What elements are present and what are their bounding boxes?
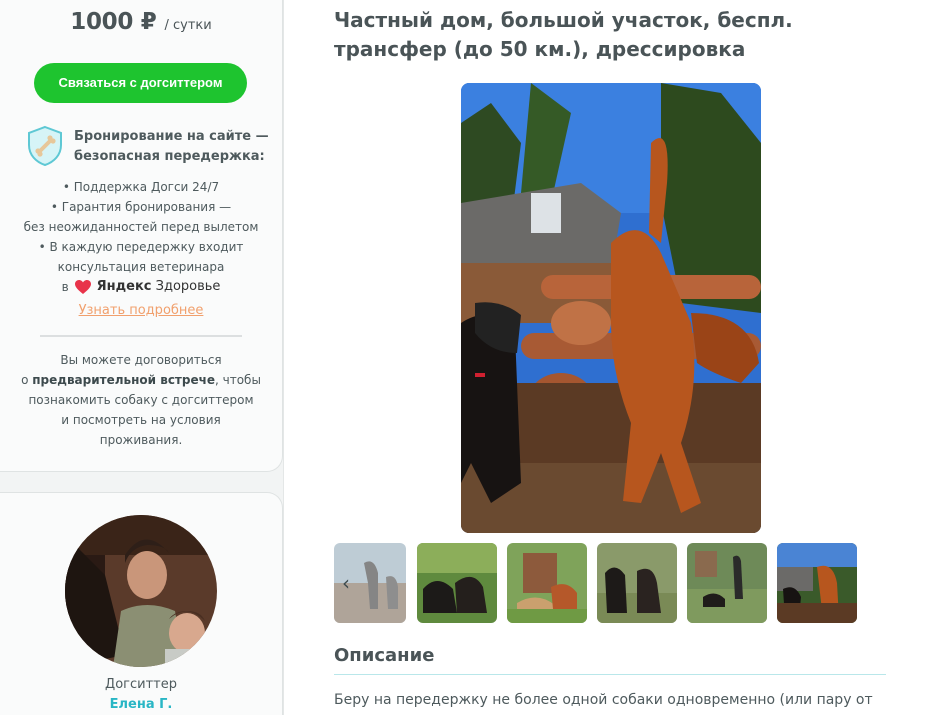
description-text: Беру на передержку не более одной собаки…: [334, 692, 873, 708]
contact-sitter-button[interactable]: Связаться с догситтером: [34, 63, 247, 103]
meeting-bold: предварительной встрече: [32, 373, 215, 387]
thumbnail[interactable]: [417, 543, 497, 623]
sitter-card: Догситтер Елена Г.: [0, 492, 283, 715]
divider: [40, 335, 242, 337]
chevron-left-icon[interactable]: ‹: [334, 569, 358, 597]
price-value: 1000 ₽: [70, 9, 157, 35]
feature-line: • Поддержка Догси 24/7: [62, 180, 220, 194]
yandex-health-logo: Яндекс Здоровье: [96, 279, 221, 294]
main-photo[interactable]: [461, 83, 761, 533]
thumbnail[interactable]: [597, 543, 677, 623]
sitter-name-link[interactable]: Елена Г.: [0, 697, 282, 712]
photo-thumbnails: ‹: [334, 543, 874, 623]
price-per-day: / сутки: [164, 18, 212, 33]
price-row: 1000 ₽ / сутки: [0, 9, 282, 35]
listing-panel: Частный дом, большой участок, беспл. тра…: [283, 0, 938, 715]
thumbnail[interactable]: [507, 543, 587, 623]
safe-booking-title: Бронирование на сайте — безопасная перед…: [74, 129, 269, 164]
ya-prefix: в: [61, 280, 69, 294]
thumbnail[interactable]: [777, 543, 857, 623]
features-list: • Поддержка Догси 24/7 • Гарантия бронир…: [10, 177, 272, 321]
description-heading: Описание: [334, 645, 435, 666]
heart-icon: [74, 280, 91, 294]
feature-line: • Гарантия бронирования —: [50, 200, 232, 214]
thumbnail[interactable]: [687, 543, 767, 623]
sitter-role: Догситтер: [105, 677, 177, 692]
avatar[interactable]: [65, 515, 217, 667]
booking-card: 1000 ₽ / сутки Связаться с догситтером Бр…: [0, 0, 283, 472]
yandex-health-line: в Яндекс Здоровье: [10, 277, 272, 297]
section-underline: [334, 674, 886, 675]
meeting-note: Вы можете договориться о предварительной…: [21, 353, 261, 447]
listing-title: Частный дом, большой участок, беспл. тра…: [334, 8, 793, 61]
feature-line: без неожиданностей перед вылетом: [23, 220, 259, 234]
learn-more-link[interactable]: Узнать подробнее: [10, 301, 272, 321]
feature-line: консультация ветеринара: [57, 260, 225, 274]
feature-line: • В каждую передержку входит: [38, 240, 244, 254]
shield-bone-icon: [28, 125, 62, 167]
